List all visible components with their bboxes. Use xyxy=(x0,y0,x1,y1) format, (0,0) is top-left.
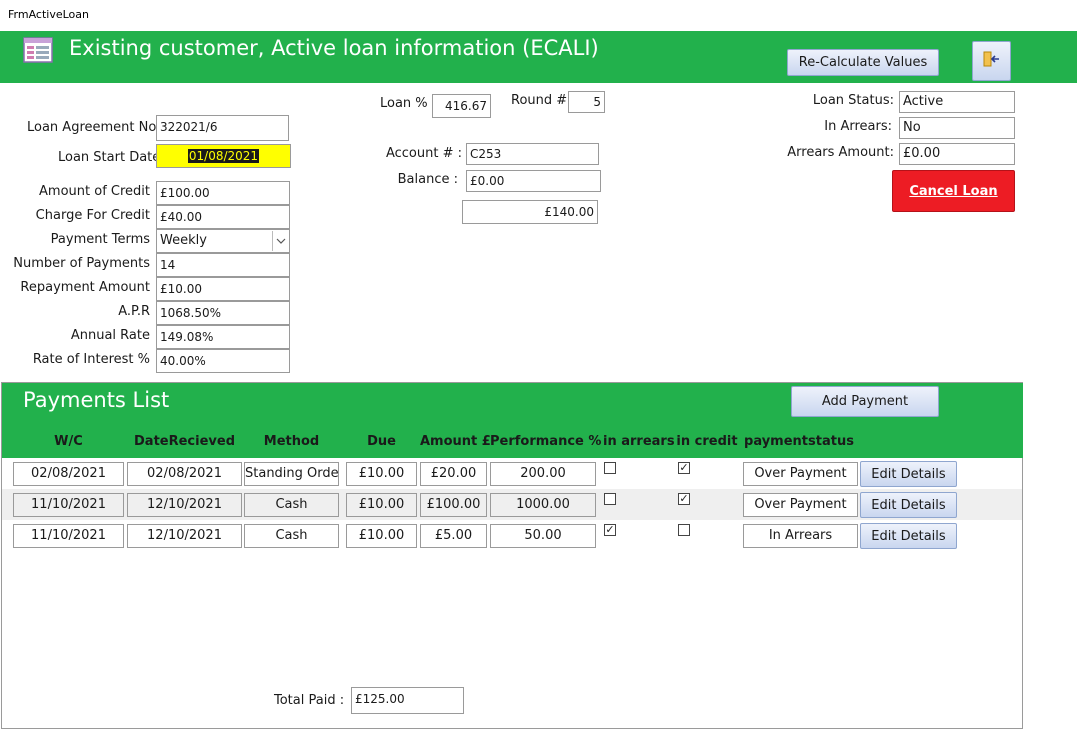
charge-credit-label: Charge For Credit xyxy=(35,208,150,223)
loan-agreement-label: Loan Agreement No. xyxy=(27,120,161,135)
cell-wc[interactable]: 11/10/2021 xyxy=(13,493,124,517)
col-header-performance: Performance % xyxy=(490,434,602,449)
cell-payment-status[interactable]: Over Payment xyxy=(743,462,858,486)
col-header-method: Method xyxy=(263,434,320,449)
repayment-amount-label: Repayment Amount xyxy=(20,280,150,295)
in-arrears-checkbox[interactable] xyxy=(604,462,616,474)
loan-status-field[interactable]: Active xyxy=(899,91,1015,113)
recalculate-button[interactable]: Re-Calculate Values xyxy=(787,49,939,76)
in-credit-checkbox[interactable] xyxy=(678,524,690,536)
in-arrears-field[interactable]: No xyxy=(899,117,1015,139)
charge-credit-field[interactable]: £40.00 xyxy=(156,205,290,229)
cell-amount[interactable]: £20.00 xyxy=(420,462,487,486)
total-paid-label: Total Paid : xyxy=(274,693,345,708)
exit-door-icon xyxy=(983,51,1001,71)
loan-start-field[interactable]: 01/08/2021 xyxy=(156,144,291,168)
loan-percent-field[interactable]: 416.67 xyxy=(432,94,491,118)
account-label: Account # : xyxy=(385,146,462,161)
total-amount-field[interactable]: £140.00 xyxy=(462,200,598,224)
cell-performance[interactable]: 200.00 xyxy=(490,462,596,486)
in-credit-checkbox[interactable]: ✓ xyxy=(678,493,690,505)
cell-method[interactable]: Cash xyxy=(244,524,339,548)
form-icon xyxy=(23,37,53,63)
round-label: Round # xyxy=(511,93,568,108)
cell-method[interactable]: Standing Orde xyxy=(244,462,339,486)
chevron-down-icon[interactable] xyxy=(272,231,289,251)
cell-performance[interactable]: 1000.00 xyxy=(490,493,596,517)
in-credit-checkbox[interactable]: ✓ xyxy=(678,462,690,474)
exit-button[interactable] xyxy=(972,41,1011,81)
cell-wc[interactable]: 02/08/2021 xyxy=(13,462,124,486)
in-arrears-checkbox[interactable] xyxy=(604,493,616,505)
edit-details-button[interactable]: Edit Details xyxy=(860,523,957,549)
payment-terms-select[interactable]: Weekly xyxy=(156,229,290,253)
cell-date-received[interactable]: 02/08/2021 xyxy=(127,462,242,486)
cell-due[interactable]: £10.00 xyxy=(346,493,417,517)
round-field[interactable]: 5 xyxy=(568,91,605,113)
balance-field[interactable]: £0.00 xyxy=(466,170,601,192)
col-header-due: Due xyxy=(367,434,396,449)
account-field[interactable]: C253 xyxy=(466,143,599,165)
cell-payment-status[interactable]: Over Payment xyxy=(743,493,858,517)
amount-credit-label: Amount of Credit xyxy=(39,184,150,199)
annual-rate-label: Annual Rate xyxy=(70,328,150,343)
window-title: FrmActiveLoan xyxy=(8,8,89,21)
annual-rate-field[interactable]: 149.08% xyxy=(156,325,290,349)
payment-terms-label: Payment Terms xyxy=(50,232,150,247)
in-arrears-checkbox[interactable]: ✓ xyxy=(604,524,616,536)
loan-status-label: Loan Status: xyxy=(812,93,894,108)
balance-label: Balance : xyxy=(397,172,458,187)
in-arrears-label: In Arrears: xyxy=(824,119,892,134)
cell-due[interactable]: £10.00 xyxy=(346,462,417,486)
loan-agreement-field[interactable]: 322021/6 xyxy=(156,115,289,141)
total-paid-field[interactable]: £125.00 xyxy=(351,687,464,714)
cell-payment-status[interactable]: In Arrears xyxy=(743,524,858,548)
interest-rate-field[interactable]: 40.00% xyxy=(156,349,290,373)
page-title: Existing customer, Active loan informati… xyxy=(69,36,599,60)
col-header-in-credit: in credit xyxy=(676,434,738,449)
cell-due[interactable]: £10.00 xyxy=(346,524,417,548)
col-header-amount: Amount £ xyxy=(420,434,491,449)
arrears-amount-field[interactable]: £0.00 xyxy=(899,143,1015,165)
cancel-loan-button[interactable]: Cancel Loan xyxy=(892,170,1015,212)
payment-terms-value: Weekly xyxy=(160,233,207,248)
payments-title: Payments List xyxy=(23,388,170,412)
loan-start-label: Loan Start Date xyxy=(58,150,161,165)
cell-wc[interactable]: 11/10/2021 xyxy=(13,524,124,548)
col-header-in-arrears: in arrears xyxy=(603,434,675,449)
repayment-amount-field[interactable]: £10.00 xyxy=(156,277,290,301)
interest-rate-label: Rate of Interest % xyxy=(32,352,150,367)
col-header-wc: W/C xyxy=(54,434,83,449)
loan-start-value: 01/08/2021 xyxy=(187,149,260,163)
cell-amount[interactable]: £100.00 xyxy=(420,493,487,517)
edit-details-button[interactable]: Edit Details xyxy=(860,461,957,487)
number-payments-label: Number of Payments xyxy=(13,256,150,271)
arrears-amount-label: Arrears Amount: xyxy=(787,145,894,160)
col-header-payment-status: paymentstatus xyxy=(744,434,854,449)
number-payments-field[interactable]: 14 xyxy=(156,253,290,277)
cell-date-received[interactable]: 12/10/2021 xyxy=(127,493,242,517)
loan-percent-label: Loan % xyxy=(380,96,428,111)
amount-credit-field[interactable]: £100.00 xyxy=(156,181,290,205)
apr-field[interactable]: 1068.50% xyxy=(156,301,290,325)
edit-details-button[interactable]: Edit Details xyxy=(860,492,957,518)
cell-date-received[interactable]: 12/10/2021 xyxy=(127,524,242,548)
cell-method[interactable]: Cash xyxy=(244,493,339,517)
col-header-date-received: DateRecieved xyxy=(134,434,235,449)
cell-performance[interactable]: 50.00 xyxy=(490,524,596,548)
cell-amount[interactable]: £5.00 xyxy=(420,524,487,548)
add-payment-button[interactable]: Add Payment xyxy=(791,386,939,417)
apr-label: A.P.R xyxy=(118,304,150,319)
